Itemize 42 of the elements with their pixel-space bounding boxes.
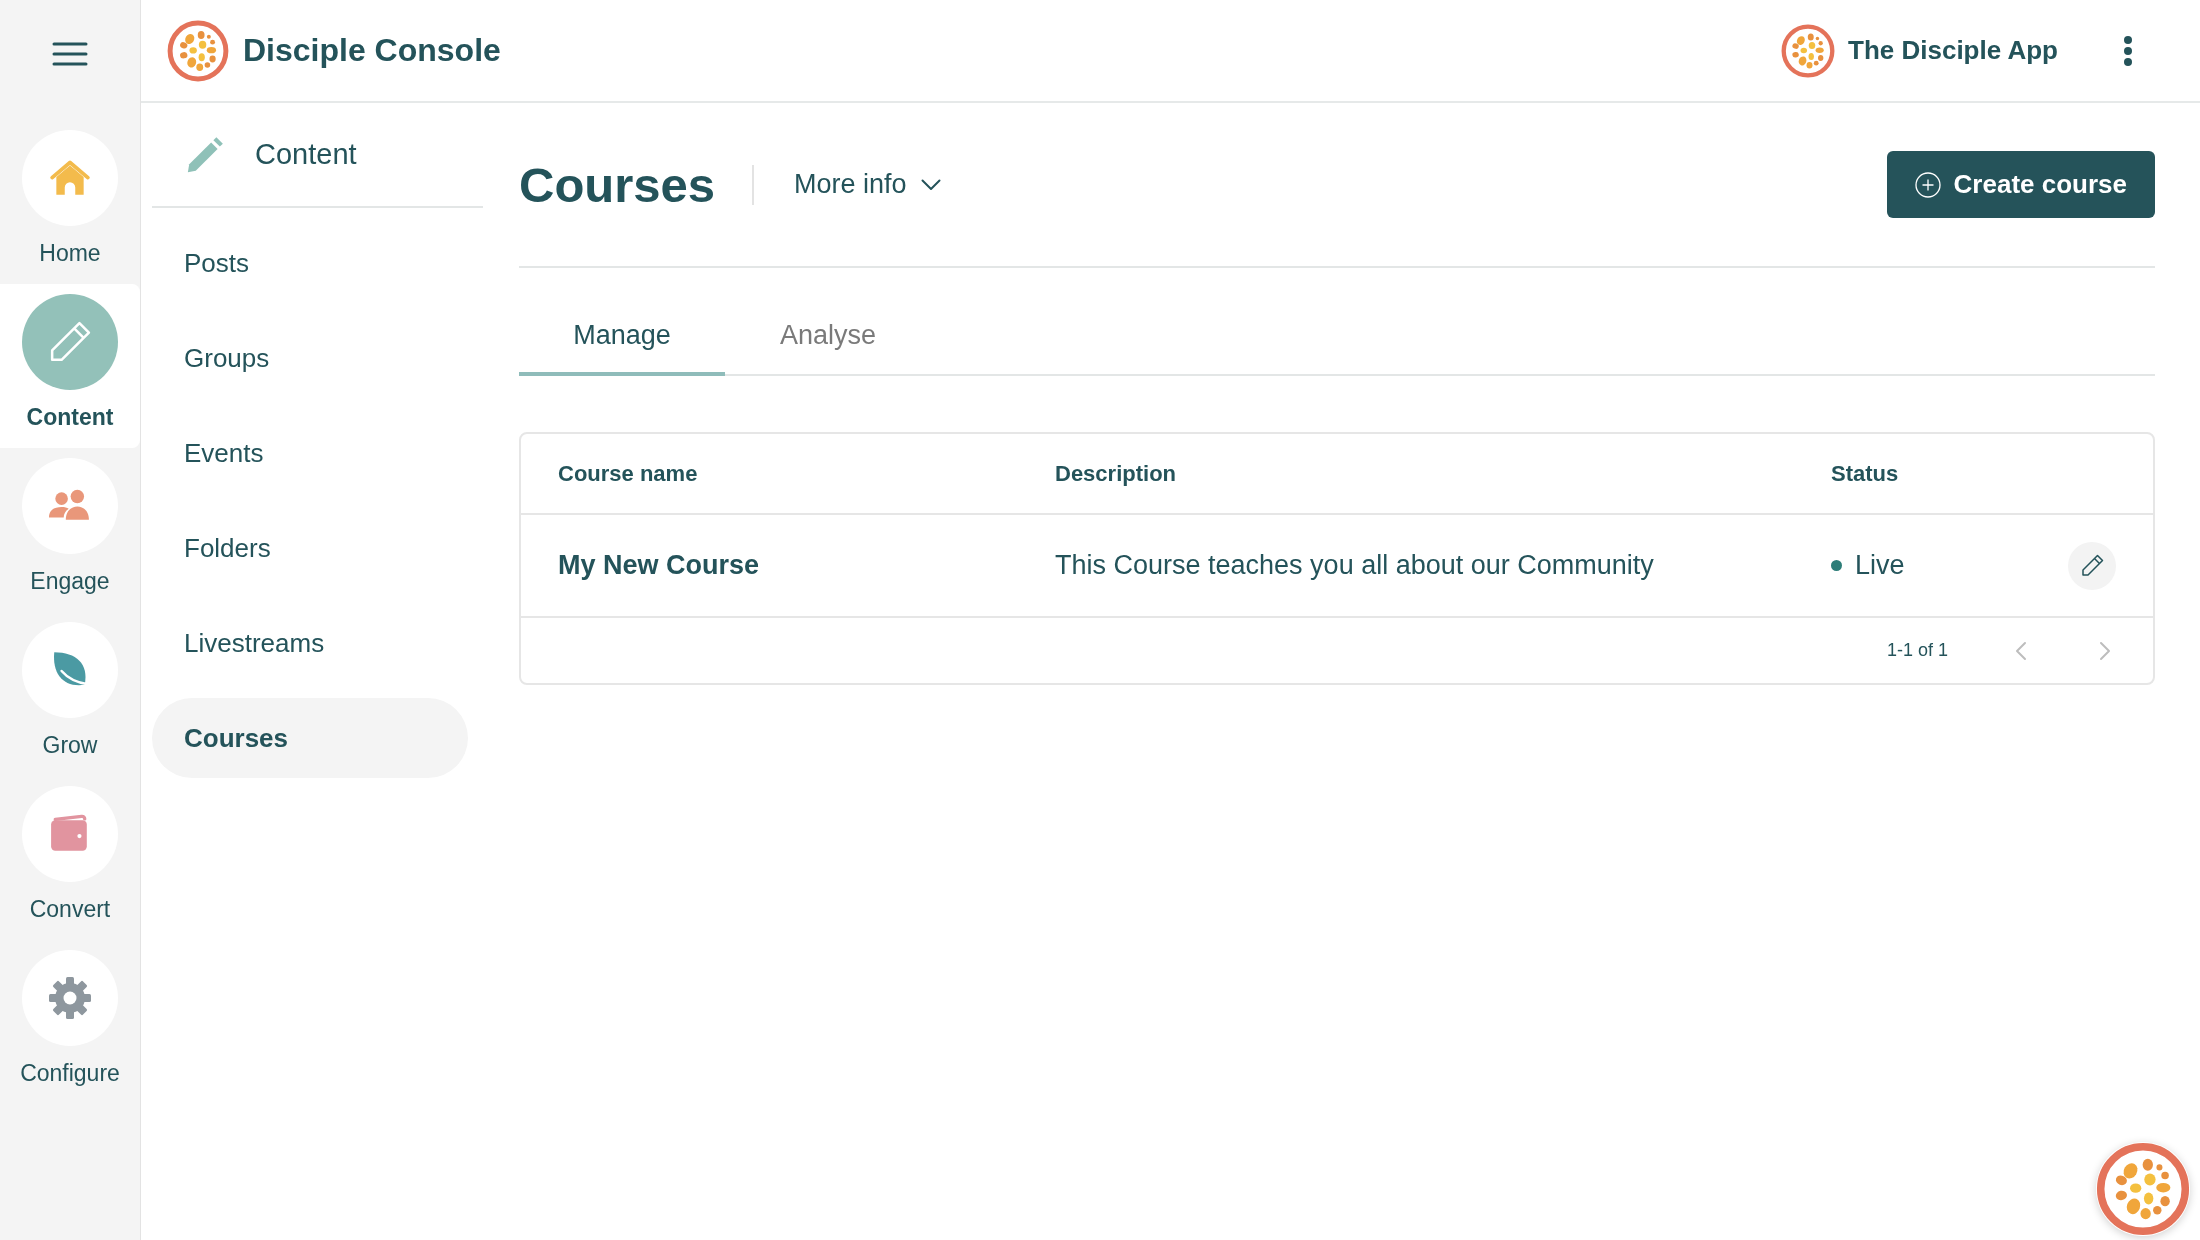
rail-item[interactable]: Convert	[0, 776, 140, 940]
table-cell-text: This Course teaches you all about our Community	[1055, 550, 1655, 581]
sidebar-item[interactable]: Groups	[152, 318, 468, 398]
rail-item[interactable]: Engage	[0, 448, 140, 612]
column-header: Course name	[558, 460, 699, 487]
edit-button[interactable]	[2068, 541, 2116, 590]
house-icon	[22, 130, 118, 226]
leaf-icon	[22, 622, 118, 718]
column-header: Description	[1055, 460, 1178, 487]
app-title: Disciple Console	[243, 32, 501, 69]
sidebar-item[interactable]: Events	[152, 413, 468, 493]
page-title: Courses	[519, 156, 716, 213]
rail-item[interactable]: Configure	[0, 940, 140, 1104]
rail-item[interactable]: Content	[0, 284, 140, 448]
gear-icon	[22, 950, 118, 1046]
pagination-range: 1-1 of 1	[1886, 640, 1948, 661]
more-info-button[interactable]: More info	[794, 169, 941, 200]
menu-icon[interactable]	[52, 41, 88, 67]
sidebar-item[interactable]: Courses	[152, 698, 468, 778]
plus-circle-icon	[1914, 171, 1941, 198]
sidebar-item[interactable]: Posts	[152, 223, 468, 303]
rail-item[interactable]: Grow	[0, 612, 140, 776]
pencil-icon	[2079, 552, 2105, 579]
sidebar-item[interactable]: Livestreams	[152, 603, 468, 683]
people-icon	[22, 458, 118, 554]
logo-icon	[1781, 23, 1836, 78]
app-name: The Disciple App	[1848, 35, 2058, 66]
tab[interactable]: Manage	[519, 298, 725, 376]
create-course-button[interactable]: Create course	[1886, 151, 2155, 218]
rail-item[interactable]: Home	[0, 120, 140, 284]
caret-icon	[920, 178, 941, 191]
pencil-icon	[22, 294, 118, 390]
more-icon[interactable]	[2123, 34, 2133, 67]
logo-icon	[167, 19, 229, 82]
sidebar-item[interactable]: Folders	[152, 508, 468, 588]
tab[interactable]: Analyse	[725, 298, 931, 376]
table-cell-text: My New Course	[558, 550, 761, 581]
section-title: Content	[255, 138, 357, 171]
logo-icon[interactable]	[2096, 1142, 2190, 1236]
column-header: Status	[1831, 460, 1900, 487]
wallet-icon	[22, 786, 118, 882]
status-text: Live	[1855, 550, 1905, 581]
